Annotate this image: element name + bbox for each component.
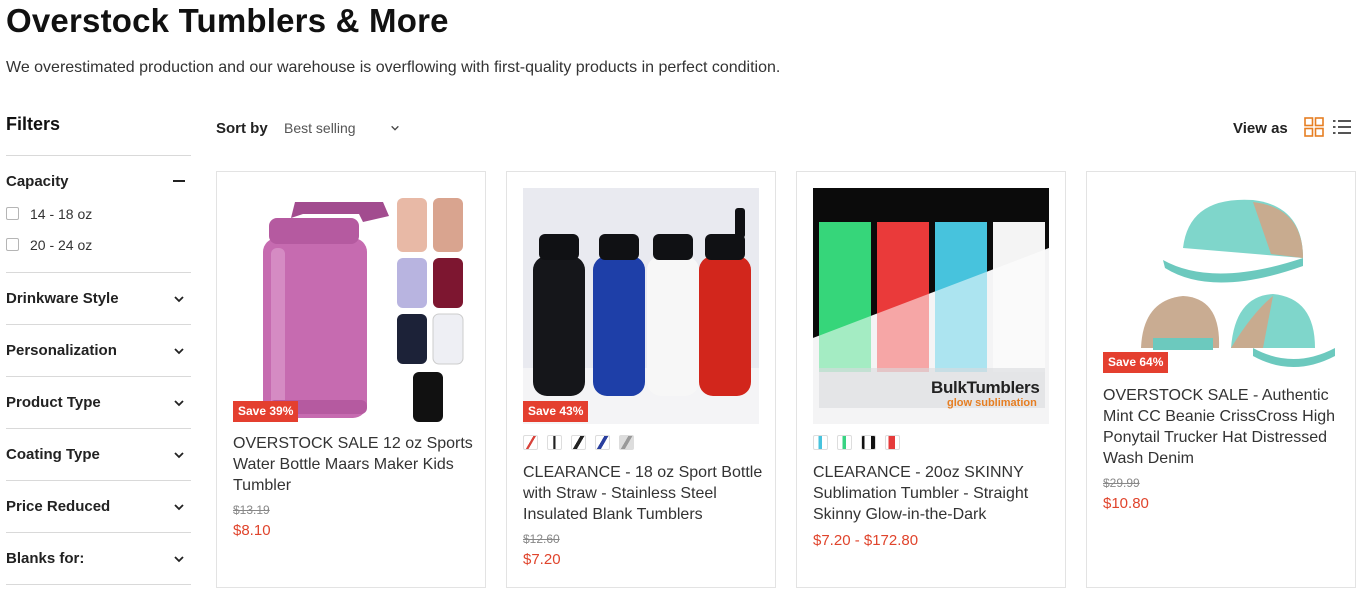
filter-label: Blanks for: (6, 550, 85, 567)
filter-option-14-18oz[interactable]: 14 - 18 oz (6, 198, 191, 229)
grid-view-icon[interactable] (1304, 117, 1324, 137)
filters-heading: Filters (6, 114, 61, 134)
color-swatch[interactable] (619, 435, 634, 450)
chevron-down-icon (174, 295, 184, 302)
product-card[interactable]: Save 39% OVERSTOCK SALE 12 oz Sports Wat… (216, 171, 486, 588)
save-badge: Save 39% (233, 401, 299, 422)
filter-label: Product Type (6, 394, 101, 411)
product-title[interactable]: OVERSTOCK SALE 12 oz Sports Water Bottle… (233, 433, 473, 496)
product-image[interactable] (523, 188, 759, 424)
product-card[interactable]: Save 64% OVERSTOCK SALE - Authentic Mint… (1086, 171, 1356, 588)
compare-at-price: $12.60 (523, 532, 560, 546)
chevron-down-icon (174, 451, 184, 458)
chevron-down-icon (174, 555, 184, 562)
filter-group-personalization: Personalization (6, 324, 191, 376)
save-badge: Save 43% (523, 401, 589, 422)
list-view-icon[interactable] (1332, 117, 1352, 137)
filter-label: Personalization (6, 342, 117, 359)
divider (6, 584, 191, 585)
color-swatch[interactable] (837, 435, 852, 450)
product-image[interactable] (233, 188, 469, 424)
filter-label: Drinkware Style (6, 290, 119, 307)
product-title[interactable]: CLEARANCE - 18 oz Sport Bottle with Stra… (523, 462, 763, 525)
filter-toggle-price-reduced[interactable]: Price Reduced (6, 481, 191, 532)
sort-value: Best selling (284, 120, 356, 136)
product-price: $7.20 (523, 551, 561, 568)
product-image[interactable] (1103, 188, 1339, 378)
sort-select[interactable]: Best selling (284, 120, 400, 136)
filter-toggle-personalization[interactable]: Personalization (6, 325, 191, 376)
save-badge: Save 64% (1103, 352, 1169, 373)
compare-at-price: $13.19 (233, 503, 270, 517)
filter-toggle-drinkware-style[interactable]: Drinkware Style (6, 273, 191, 324)
filter-option-label: 14 - 18 oz (30, 205, 93, 222)
view-as-label: View as (1233, 120, 1288, 137)
image-brand-text: BulkTumblers (931, 378, 1040, 397)
checkbox[interactable] (6, 207, 19, 220)
collapse-icon (173, 180, 185, 182)
color-swatch[interactable] (547, 435, 562, 450)
product-price: $7.20 - $172.80 (813, 532, 919, 549)
page-description: We overestimated production and our ware… (6, 59, 781, 76)
product-title[interactable]: OVERSTOCK SALE - Authentic Mint CC Beani… (1103, 385, 1343, 469)
compare-at-price: $29.99 (1103, 476, 1140, 490)
page-title: Overstock Tumblers & More (6, 2, 449, 39)
filter-option-20-24oz[interactable]: 20 - 24 oz (6, 229, 191, 260)
product-card[interactable]: Save 43% CLEARANCE - 18 oz Sport Bottle … (506, 171, 776, 588)
color-swatch[interactable] (523, 435, 538, 450)
product-title[interactable]: CLEARANCE - 20oz SKINNY Sublimation Tumb… (813, 462, 1053, 525)
filter-group-coating-type: Coating Type (6, 428, 191, 480)
checkbox[interactable] (6, 238, 19, 251)
filter-group-capacity: Capacity 14 - 18 oz 20 - 24 oz (6, 155, 191, 272)
filter-toggle-blanks-for[interactable]: Blanks for: (6, 533, 191, 584)
color-swatch[interactable] (885, 435, 900, 450)
sort-label: Sort by (216, 120, 268, 137)
color-swatch[interactable] (571, 435, 586, 450)
filter-label: Coating Type (6, 446, 100, 463)
product-price: $8.10 (233, 522, 271, 539)
filter-option-label: 20 - 24 oz (30, 236, 93, 253)
color-swatches (813, 435, 900, 450)
filter-toggle-coating-type[interactable]: Coating Type (6, 429, 191, 480)
color-swatch[interactable] (813, 435, 828, 450)
collection-toolbar: Sort by Best selling View as (216, 114, 1356, 142)
product-image[interactable]: BulkTumblers glow sublimation (813, 188, 1049, 424)
color-swatch[interactable] (861, 435, 876, 450)
chevron-down-icon (174, 399, 184, 406)
filter-label: Capacity (6, 172, 69, 190)
product-price: $10.80 (1103, 495, 1149, 512)
filter-group-product-type: Product Type (6, 376, 191, 428)
filter-group-blanks-for: Blanks for: (6, 532, 191, 584)
filter-group-drinkware-style: Drinkware Style (6, 272, 191, 324)
color-swatches (523, 435, 634, 450)
filter-toggle-product-type[interactable]: Product Type (6, 377, 191, 428)
image-tagline-text: glow sublimation (947, 397, 1037, 409)
filter-group-price-reduced: Price Reduced (6, 480, 191, 532)
chevron-down-icon (174, 347, 184, 354)
chevron-down-icon (390, 125, 399, 131)
filters-sidebar: Filters Capacity 14 - 18 oz 20 - 24 oz D… (6, 110, 191, 585)
chevron-down-icon (174, 503, 184, 510)
filter-label: Price Reduced (6, 498, 111, 515)
product-card[interactable]: BulkTumblers glow sublimation CLEARANCE … (796, 171, 1066, 588)
color-swatch[interactable] (595, 435, 610, 450)
